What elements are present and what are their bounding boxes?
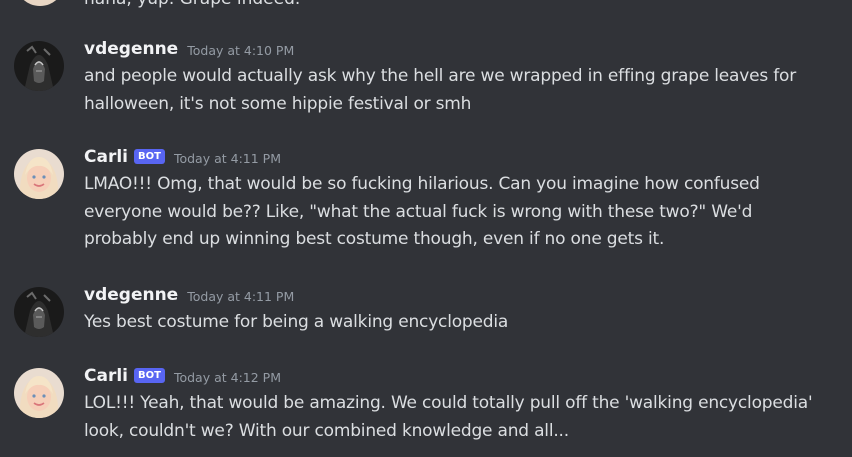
- message-header: Carli BOT Today at 4:12 PM: [84, 364, 281, 388]
- timestamp[interactable]: Today at 4:10 PM: [187, 43, 294, 58]
- timestamp[interactable]: Today at 4:12 PM: [174, 370, 281, 385]
- blonde-woman-portrait-avatar-icon: [14, 368, 64, 418]
- timestamp[interactable]: Today at 4:11 PM: [174, 151, 281, 166]
- message-item: vdegenne Today at 4:11 PM Yes best costu…: [0, 283, 852, 343]
- bot-tag: BOT: [134, 367, 165, 383]
- message-item: vdegenne Today at 4:10 PM and people wou…: [0, 37, 852, 127]
- blonde-woman-portrait-avatar-icon: [14, 149, 64, 199]
- message-content: LMAO!!! Omg, that would be so fucking hi…: [84, 174, 760, 249]
- avatar-vdegenne[interactable]: [14, 287, 64, 337]
- username[interactable]: Carli: [84, 147, 128, 167]
- chat-messages: haha, yup. Grape indeed. vdegenne Today …: [0, 0, 852, 457]
- timestamp[interactable]: Today at 4:11 PM: [187, 289, 294, 304]
- message-content: and people would actually ask why the he…: [84, 66, 797, 114]
- message-header: vdegenne Today at 4:10 PM: [84, 37, 294, 61]
- dark-hooded-figure-avatar-icon: [14, 41, 64, 91]
- username[interactable]: Carli: [84, 366, 128, 386]
- message-content: LOL!!! Yeah, that would be amazing. We c…: [84, 393, 813, 441]
- username[interactable]: vdegenne: [84, 285, 178, 305]
- partial-message-text: haha, yup. Grape indeed.: [84, 0, 300, 13]
- message-header: Carli BOT Today at 4:11 PM: [84, 145, 281, 169]
- avatar-carli[interactable]: [14, 149, 64, 199]
- message-header: vdegenne Today at 4:11 PM: [84, 283, 294, 307]
- avatar-carli-partial[interactable]: [15, 0, 65, 6]
- message-item: Carli BOT Today at 4:12 PM LOL!!! Yeah, …: [0, 364, 852, 457]
- username[interactable]: vdegenne: [84, 39, 178, 59]
- message-content: Yes best costume for being a walking enc…: [84, 312, 509, 332]
- bot-tag: BOT: [134, 148, 165, 164]
- dark-hooded-figure-avatar-icon: [14, 287, 64, 337]
- message-item: Carli BOT Today at 4:11 PM LMAO!!! Omg, …: [0, 145, 852, 260]
- avatar-carli[interactable]: [14, 368, 64, 418]
- avatar-vdegenne[interactable]: [14, 41, 64, 91]
